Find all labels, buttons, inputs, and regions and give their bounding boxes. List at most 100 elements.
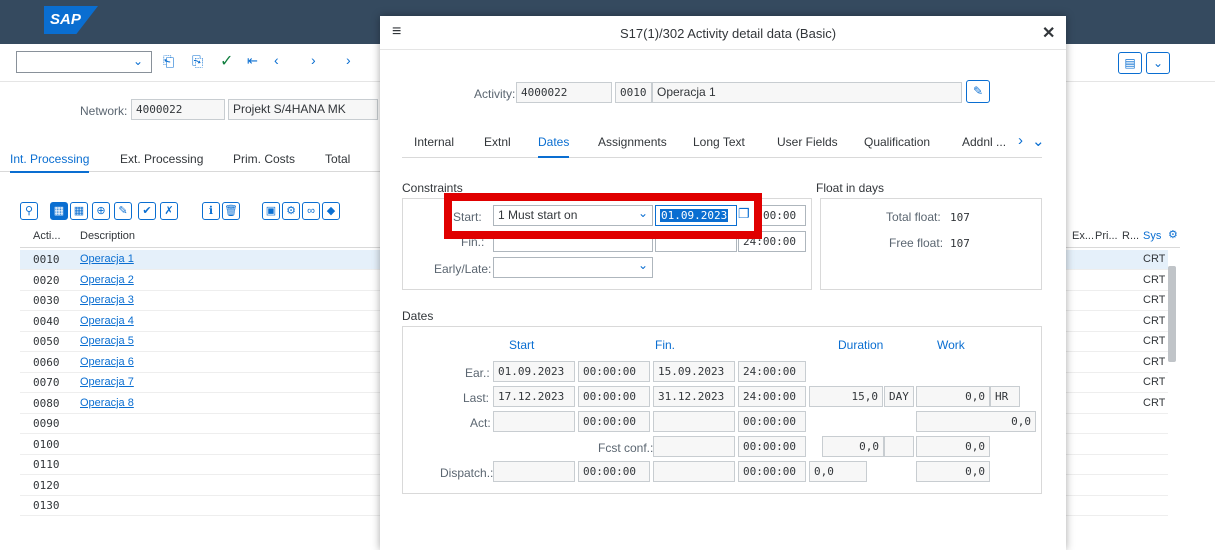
network-field[interactable]: 4000022 [131,99,225,120]
tab-long-text[interactable]: Long Text [693,135,745,149]
tab-extnl[interactable]: Extnl [484,135,511,149]
act-work-field[interactable]: 0,0 [916,411,1036,432]
window-icon[interactable]: ▣ [262,202,280,220]
tab-ext-processing[interactable]: Ext. Processing [120,152,203,166]
work-field[interactable]: 0,0 [916,386,990,407]
ear-start-date[interactable]: 01.09.2023 [493,361,575,382]
row-description[interactable]: Operacja 5 [80,335,134,347]
ear-start-time[interactable]: 00:00:00 [578,361,650,382]
table-select-icon[interactable]: ▦ [50,202,68,220]
operation-field[interactable]: 0010 [615,82,652,103]
operation-desc-field[interactable]: Operacja 1 [652,82,962,103]
delete-confirm-icon[interactable]: ✗ [160,202,178,220]
row-description[interactable]: Operacja 7 [80,376,134,388]
chevron-down-icon: ⌄ [132,54,143,68]
confirm-icon[interactable]: ✔ [138,202,156,220]
dispatch-duration[interactable]: 0,0 [809,461,867,482]
dispatch-fin-date[interactable] [653,461,735,482]
row-system-status: CRTI [1143,335,1165,347]
network-desc-field[interactable]: Projekt S/4HANA MK [228,99,378,120]
dispatch-work[interactable]: 0,0 [916,461,990,482]
column-settings-icon[interactable]: ⚙ [1168,228,1178,241]
act-start-date[interactable] [493,411,575,432]
dispatch-start-time[interactable]: 00:00:00 [578,461,650,482]
col-description[interactable]: Description [80,230,135,242]
link-icon[interactable]: ∞ [302,202,320,220]
back-icon[interactable]: ⎗ [163,53,174,70]
grid-icon[interactable]: ▦ [70,202,88,220]
row-description[interactable]: Operacja 1 [80,253,134,265]
edit-icon[interactable]: ✎ [114,202,132,220]
close-icon[interactable]: ✕ [1042,23,1055,43]
tab-qualification[interactable]: Qualification [864,135,930,149]
diamond-icon[interactable]: ◆ [322,202,340,220]
early-late-label: Early/Late: [434,262,492,276]
start-time-field[interactable]: 00:00 [758,205,806,226]
work-unit-field[interactable]: HR [990,386,1020,407]
duration-field[interactable]: 15,0 [809,386,883,407]
col-pri[interactable]: Pri... [1095,230,1118,242]
fcst-duration-unit[interactable] [884,436,914,457]
info-icon[interactable]: ℹ [202,202,220,220]
tab-internal[interactable]: Internal [414,135,454,149]
row-description[interactable]: Operacja 8 [80,397,134,409]
first-icon[interactable]: ⇤ [247,53,258,69]
tab-int-processing[interactable]: Int. Processing [10,152,90,173]
ear-label: Ear.: [465,366,490,380]
row-description[interactable]: Operacja 4 [80,315,134,327]
col-acti[interactable]: Acti... [33,230,61,242]
last-fin-time[interactable]: 24:00:00 [738,386,806,407]
dispatch-fin-time[interactable]: 00:00:00 [738,461,806,482]
add-icon[interactable]: ⊕ [92,202,110,220]
fcst-date[interactable] [653,436,735,457]
forward-icon[interactable]: ⎘ [192,53,203,70]
fcst-duration[interactable]: 0,0 [822,436,884,457]
tab-addnl[interactable]: Addnl ... [962,135,1006,149]
col-ex[interactable]: Ex... [1072,230,1094,242]
last-icon[interactable]: › [346,52,351,68]
chevron-right-icon[interactable]: › [1018,132,1023,149]
early-late-select[interactable] [493,257,653,278]
next-icon[interactable]: › [311,52,316,68]
act-fin-date[interactable] [653,411,735,432]
row-description[interactable]: Operacja 2 [80,274,134,286]
check-icon[interactable]: ✓ [220,51,233,71]
fcst-work[interactable]: 0,0 [916,436,990,457]
zoom-icon[interactable]: ⚲ [20,202,38,220]
prev-icon[interactable]: ‹ [274,52,279,68]
row-activity-number: 0120 [33,478,60,492]
col-sys[interactable]: Sys [1143,230,1161,242]
row-system-status: CRTI [1143,273,1165,286]
layout-menu-button[interactable]: ⌄ [1146,52,1170,74]
chevron-down-icon[interactable]: ⌄ [1032,132,1045,150]
row-description[interactable]: Operacja 6 [80,356,134,368]
ear-fin-time[interactable]: 24:00:00 [738,361,806,382]
tab-dates[interactable]: Dates [538,135,570,158]
table-scrollbar[interactable] [1168,250,1176,512]
last-fin-date[interactable]: 31.12.2023 [653,386,735,407]
settings-icon[interactable]: ⚙ [282,202,300,220]
edit-text-button[interactable]: ✎ [966,80,990,103]
last-start-time[interactable]: 00:00:00 [578,386,650,407]
duration-unit-field[interactable]: DAY [884,386,914,407]
tab-total[interactable]: Total [325,152,350,166]
scrollbar-thumb[interactable] [1168,266,1176,362]
act-fin-time[interactable]: 00:00:00 [738,411,806,432]
free-float-value: 107 [950,237,970,250]
tab-user-fields[interactable]: User Fields [777,135,838,149]
dispatch-start-date[interactable] [493,461,575,482]
last-start-date[interactable]: 17.12.2023 [493,386,575,407]
row-description[interactable]: Operacja 3 [80,294,134,306]
trash-icon[interactable]: 🗑 [222,202,240,220]
command-field[interactable]: ⌄ [16,51,152,73]
tab-assignments[interactable]: Assignments [598,135,667,149]
fcst-time[interactable]: 00:00:00 [738,436,806,457]
activity-field[interactable]: 4000022 [516,82,612,103]
act-start-time[interactable]: 00:00:00 [578,411,650,432]
tab-prim-costs[interactable]: Prim. Costs [233,152,295,166]
layout-button[interactable]: ▤ [1118,52,1142,74]
col-r[interactable]: R... [1122,230,1139,242]
menu-icon[interactable]: ≡ [392,23,401,41]
ear-fin-date[interactable]: 15.09.2023 [653,361,735,382]
dispatch-label: Dispatch.: [440,466,494,480]
